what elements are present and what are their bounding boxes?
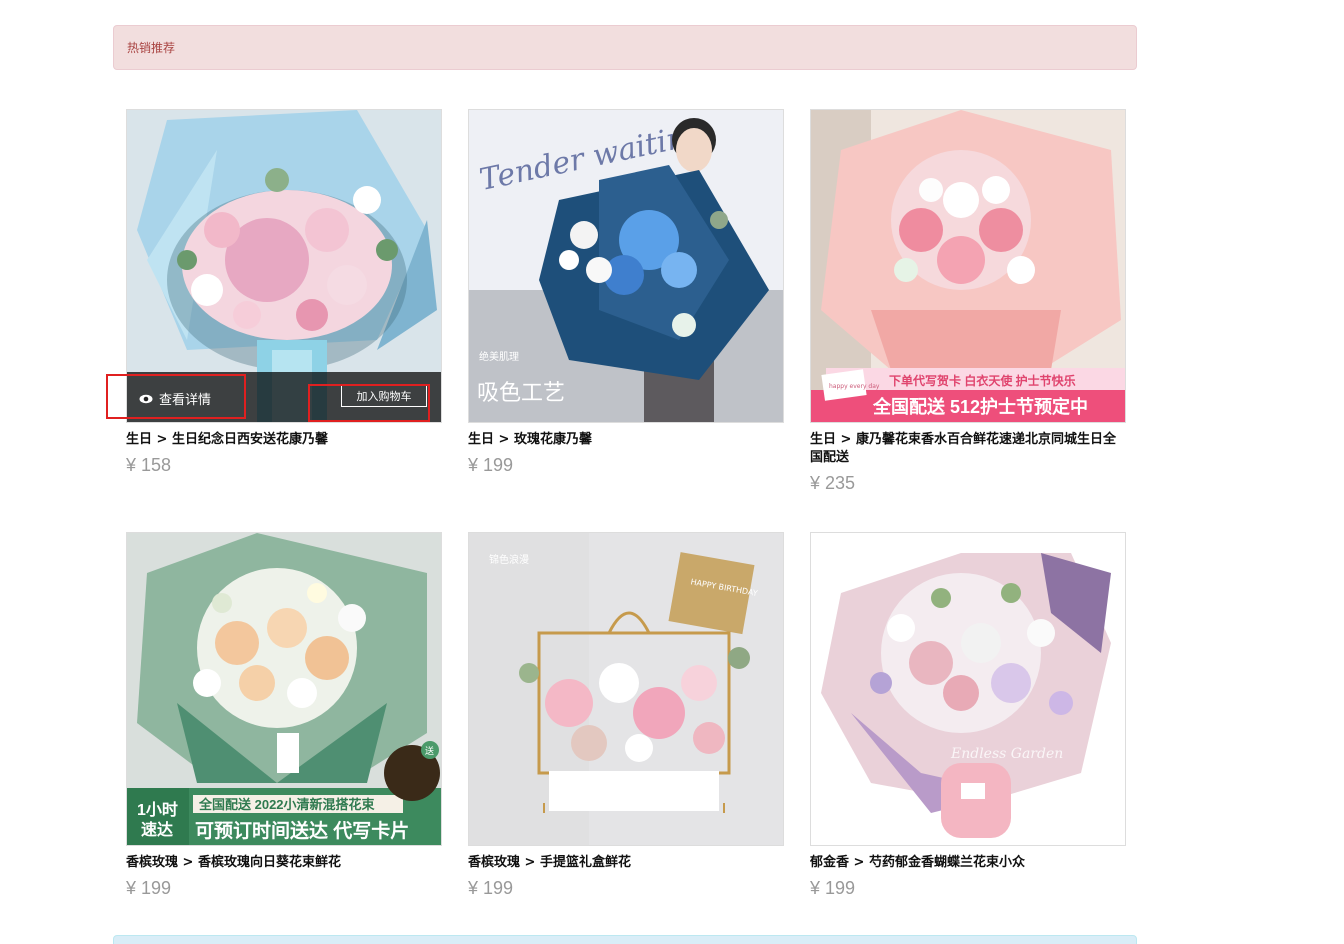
product-price: ¥ 158 [126, 455, 172, 475]
image-small-text: 绝美肌理 [479, 350, 519, 363]
script-text: Endless Garden [950, 746, 1063, 762]
product-price: ¥ 199 [126, 878, 172, 898]
product-image[interactable]: happy every day 下单代写贺卡 白衣天使 护士节快乐 全国配送 5… [810, 109, 1126, 423]
product-price: ¥ 199 [468, 878, 514, 898]
watermark-text: 锦色浪漫 [489, 553, 529, 566]
image-big-text: 吸色工艺 [477, 381, 565, 406]
basket-photo-pink: 锦色浪漫 HAPPY BIRTHDAY [469, 533, 783, 845]
product-caption[interactable]: 香槟玫瑰 > 手提篮礼盒鲜花 [468, 854, 778, 872]
product-price: ¥ 199 [468, 455, 514, 475]
view-details-link[interactable]: 查看详情 [139, 389, 211, 408]
bouquet-photo-peony-tulip: Endless Garden [811, 533, 1125, 845]
hover-action-bar: 查看详情 加入购物车 [127, 372, 441, 422]
bouquet-photo-carnation-lily: happy every day 下单代写贺卡 白衣天使 护士节快乐 全国配送 5… [811, 110, 1125, 422]
product-card[interactable]: happy every day 下单代写贺卡 白衣天使 护士节快乐 全国配送 5… [810, 109, 1126, 494]
product-card[interactable]: 1小时 速达 全国配送 2022小清新混搭花束 可预订时间送达 代写卡片 送 香… [126, 532, 442, 899]
add-to-cart-button[interactable]: 加入购物车 [341, 385, 427, 407]
bouquet-photo-blue: Tender waiting 绝美肌理 吸色工艺 [469, 110, 783, 422]
gift-badge: 送 [425, 745, 434, 757]
product-card[interactable]: Endless Garden 郁金香 > 芍药郁金香蝴蝶兰花束小众 ¥ 199 [810, 532, 1126, 899]
product-card[interactable]: 查看详情 加入购物车 生日 > 生日纪念日西安送花康乃馨 ¥ 158 [126, 109, 442, 476]
product-caption[interactable]: 生日 > 生日纪念日西安送花康乃馨 [126, 431, 436, 449]
promo-line-2: 可预订时间送达 代写卡片 [195, 819, 409, 842]
product-price: ¥ 235 [810, 473, 856, 493]
product-caption[interactable]: 郁金香 > 芍药郁金香蝴蝶兰花束小众 [810, 854, 1120, 872]
promo-line-2: 全国配送 512护士节预定中 [872, 396, 1088, 417]
promo-line-1: 下单代写贺卡 白衣天使 护士节快乐 [889, 373, 1076, 388]
product-image[interactable]: 查看详情 加入购物车 [126, 109, 442, 423]
promo-line-1: 全国配送 2022小清新混搭花束 [198, 797, 376, 812]
badge-top: 1小时 [137, 801, 178, 819]
product-image[interactable]: 1小时 速达 全国配送 2022小清新混搭花束 可预订时间送达 代写卡片 送 [126, 532, 442, 846]
section-title: 热销推荐 [127, 41, 176, 55]
product-image[interactable]: Endless Garden [810, 532, 1126, 846]
product-caption[interactable]: 生日 > 玫瑰花康乃馨 [468, 431, 778, 449]
product-card[interactable]: Tender waiting 绝美肌理 吸色工艺 生日 > 玫瑰花康乃馨 ¥ 1… [468, 109, 784, 476]
product-price: ¥ 199 [810, 878, 856, 898]
view-details-label: 查看详情 [159, 393, 212, 408]
eye-icon [139, 394, 153, 403]
card-text: happy every day [829, 383, 880, 390]
hot-recommendations-banner: 热销推荐 [113, 25, 1137, 70]
product-card[interactable]: 锦色浪漫 HAPPY BIRTHDAY 香槟玫瑰 > 手提篮礼盒鲜花 ¥ 199 [468, 532, 784, 899]
product-image[interactable]: Tender waiting 绝美肌理 吸色工艺 [468, 109, 784, 423]
page: 热销推荐 查看详情 加入购物车 生日 > 生日纪念日西安送花康乃馨 ¥ 158 … [0, 0, 1344, 944]
badge-bottom: 速达 [141, 820, 173, 839]
bouquet-photo-champagne-rose: 1小时 速达 全国配送 2022小清新混搭花束 可预订时间送达 代写卡片 送 [127, 533, 441, 845]
product-caption[interactable]: 香槟玫瑰 > 香槟玫瑰向日葵花束鲜花 [126, 854, 436, 872]
product-image[interactable]: 锦色浪漫 HAPPY BIRTHDAY [468, 532, 784, 846]
product-caption[interactable]: 生日 > 康乃馨花束香水百合鲜花速递北京同城生日全国配送 [810, 431, 1120, 467]
next-section-banner [113, 935, 1137, 944]
